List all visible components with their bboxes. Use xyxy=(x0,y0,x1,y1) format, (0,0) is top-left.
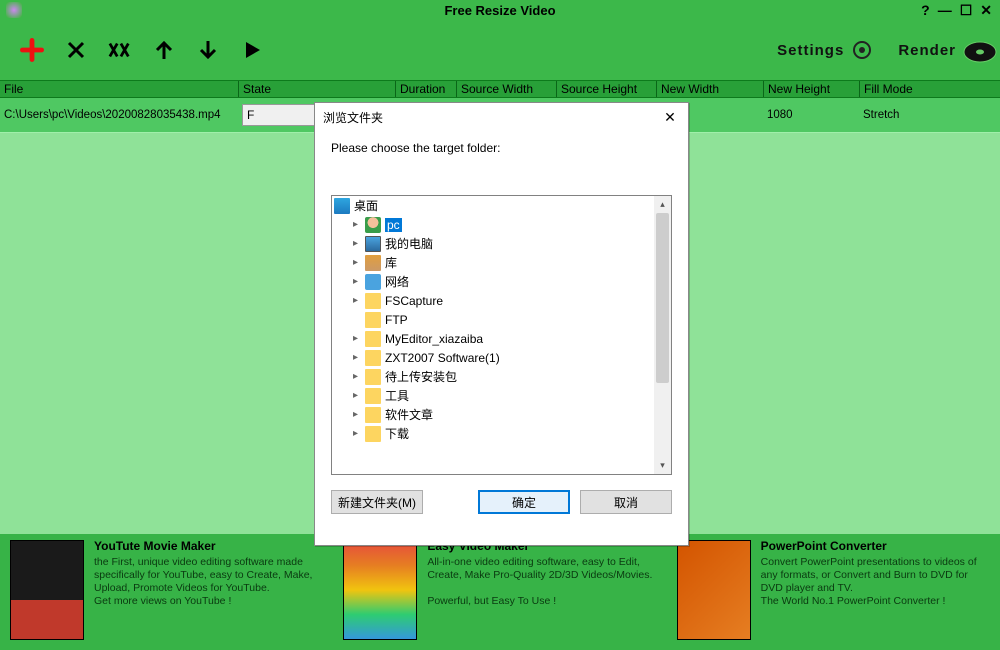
folder-icon xyxy=(365,293,381,309)
tree-root[interactable]: 桌面 xyxy=(332,196,654,215)
tree-item[interactable]: ▸ 工具 xyxy=(332,386,654,405)
tree-label: 下载 xyxy=(385,425,409,442)
tree-label: ZXT2007 Software(1) xyxy=(385,351,500,365)
tree-label: 工具 xyxy=(385,387,409,404)
tree-item[interactable]: ▸ 待上传安装包 xyxy=(332,367,654,386)
tree-item[interactable]: ▸ 我的电脑 xyxy=(332,234,654,253)
folder-icon xyxy=(365,331,381,347)
tree-item[interactable]: ▸ 下载 xyxy=(332,424,654,443)
chevron-right-icon[interactable]: ▸ xyxy=(350,295,361,306)
lib-icon xyxy=(365,255,381,271)
scroll-down-icon[interactable]: ▾ xyxy=(654,457,671,474)
tree-item[interactable]: ▸库 xyxy=(332,253,654,272)
tree-item[interactable]: ▸ 网络 xyxy=(332,272,654,291)
ok-button[interactable]: 确定 xyxy=(478,490,570,514)
chevron-right-icon[interactable]: ▸ xyxy=(350,409,361,420)
dialog-message: Please choose the target folder: xyxy=(331,141,672,155)
scroll-thumb[interactable] xyxy=(656,213,669,383)
tree-label: 我的电脑 xyxy=(385,235,433,252)
chevron-right-icon[interactable]: ▸ xyxy=(350,428,361,439)
tree-item[interactable]: ▸ ZXT2007 Software(1) xyxy=(332,348,654,367)
browse-folder-dialog: 浏览文件夹 ✕ Please choose the target folder:… xyxy=(314,102,689,546)
dialog-titlebar: 浏览文件夹 ✕ xyxy=(315,103,688,131)
folder-icon xyxy=(365,407,381,423)
folder-icon xyxy=(365,426,381,442)
chevron-right-icon[interactable]: ▸ xyxy=(350,371,361,382)
tree-label: 网络 xyxy=(385,273,409,290)
net-icon xyxy=(365,274,381,290)
new-folder-button[interactable]: 新建文件夹(M) xyxy=(331,490,423,514)
chevron-right-icon[interactable]: ▸ xyxy=(350,219,361,230)
tree-label: FTP xyxy=(385,313,408,327)
scrollbar[interactable]: ▴ ▾ xyxy=(654,196,671,474)
user-icon xyxy=(365,217,381,233)
folder-icon xyxy=(365,312,381,328)
folder-tree[interactable]: 桌面▸pc▸我的电脑▸库▸网络▸FSCaptureFTP▸MyEditor_xi… xyxy=(331,195,672,475)
tree-label: FSCapture xyxy=(385,294,443,308)
folder-icon xyxy=(365,350,381,366)
chevron-right-icon[interactable]: ▸ xyxy=(350,257,361,268)
chevron-right-icon[interactable]: ▸ xyxy=(350,390,361,401)
tree-label: 桌面 xyxy=(354,197,378,214)
dialog-title: 浏览文件夹 xyxy=(323,109,383,126)
dialog-close-button[interactable]: ✕ xyxy=(660,107,680,127)
folder-icon xyxy=(365,388,381,404)
tree-item[interactable]: ▸ MyEditor_xiazaiba xyxy=(332,329,654,348)
tree-label: MyEditor_xiazaiba xyxy=(385,332,483,346)
folder-icon xyxy=(365,369,381,385)
tree-label: 库 xyxy=(385,254,397,271)
desktop-icon xyxy=(334,198,350,214)
tree-item[interactable]: FTP xyxy=(332,310,654,329)
tree-label: 待上传安装包 xyxy=(385,368,457,385)
tree-label: 软件文章 xyxy=(385,406,433,423)
chevron-right-icon[interactable]: ▸ xyxy=(350,352,361,363)
tree-label: pc xyxy=(385,218,402,232)
modal-overlay: 浏览文件夹 ✕ Please choose the target folder:… xyxy=(0,0,1000,650)
tree-item[interactable]: ▸ pc xyxy=(332,215,654,234)
chevron-right-icon[interactable]: ▸ xyxy=(350,238,361,249)
pc-icon xyxy=(365,236,381,252)
chevron-right-icon[interactable]: ▸ xyxy=(350,276,361,287)
tree-item[interactable]: ▸ 软件文章 xyxy=(332,405,654,424)
cancel-button[interactable]: 取消 xyxy=(580,490,672,514)
scroll-up-icon[interactable]: ▴ xyxy=(654,196,671,213)
chevron-right-icon[interactable]: ▸ xyxy=(350,333,361,344)
tree-item[interactable]: ▸ FSCapture xyxy=(332,291,654,310)
